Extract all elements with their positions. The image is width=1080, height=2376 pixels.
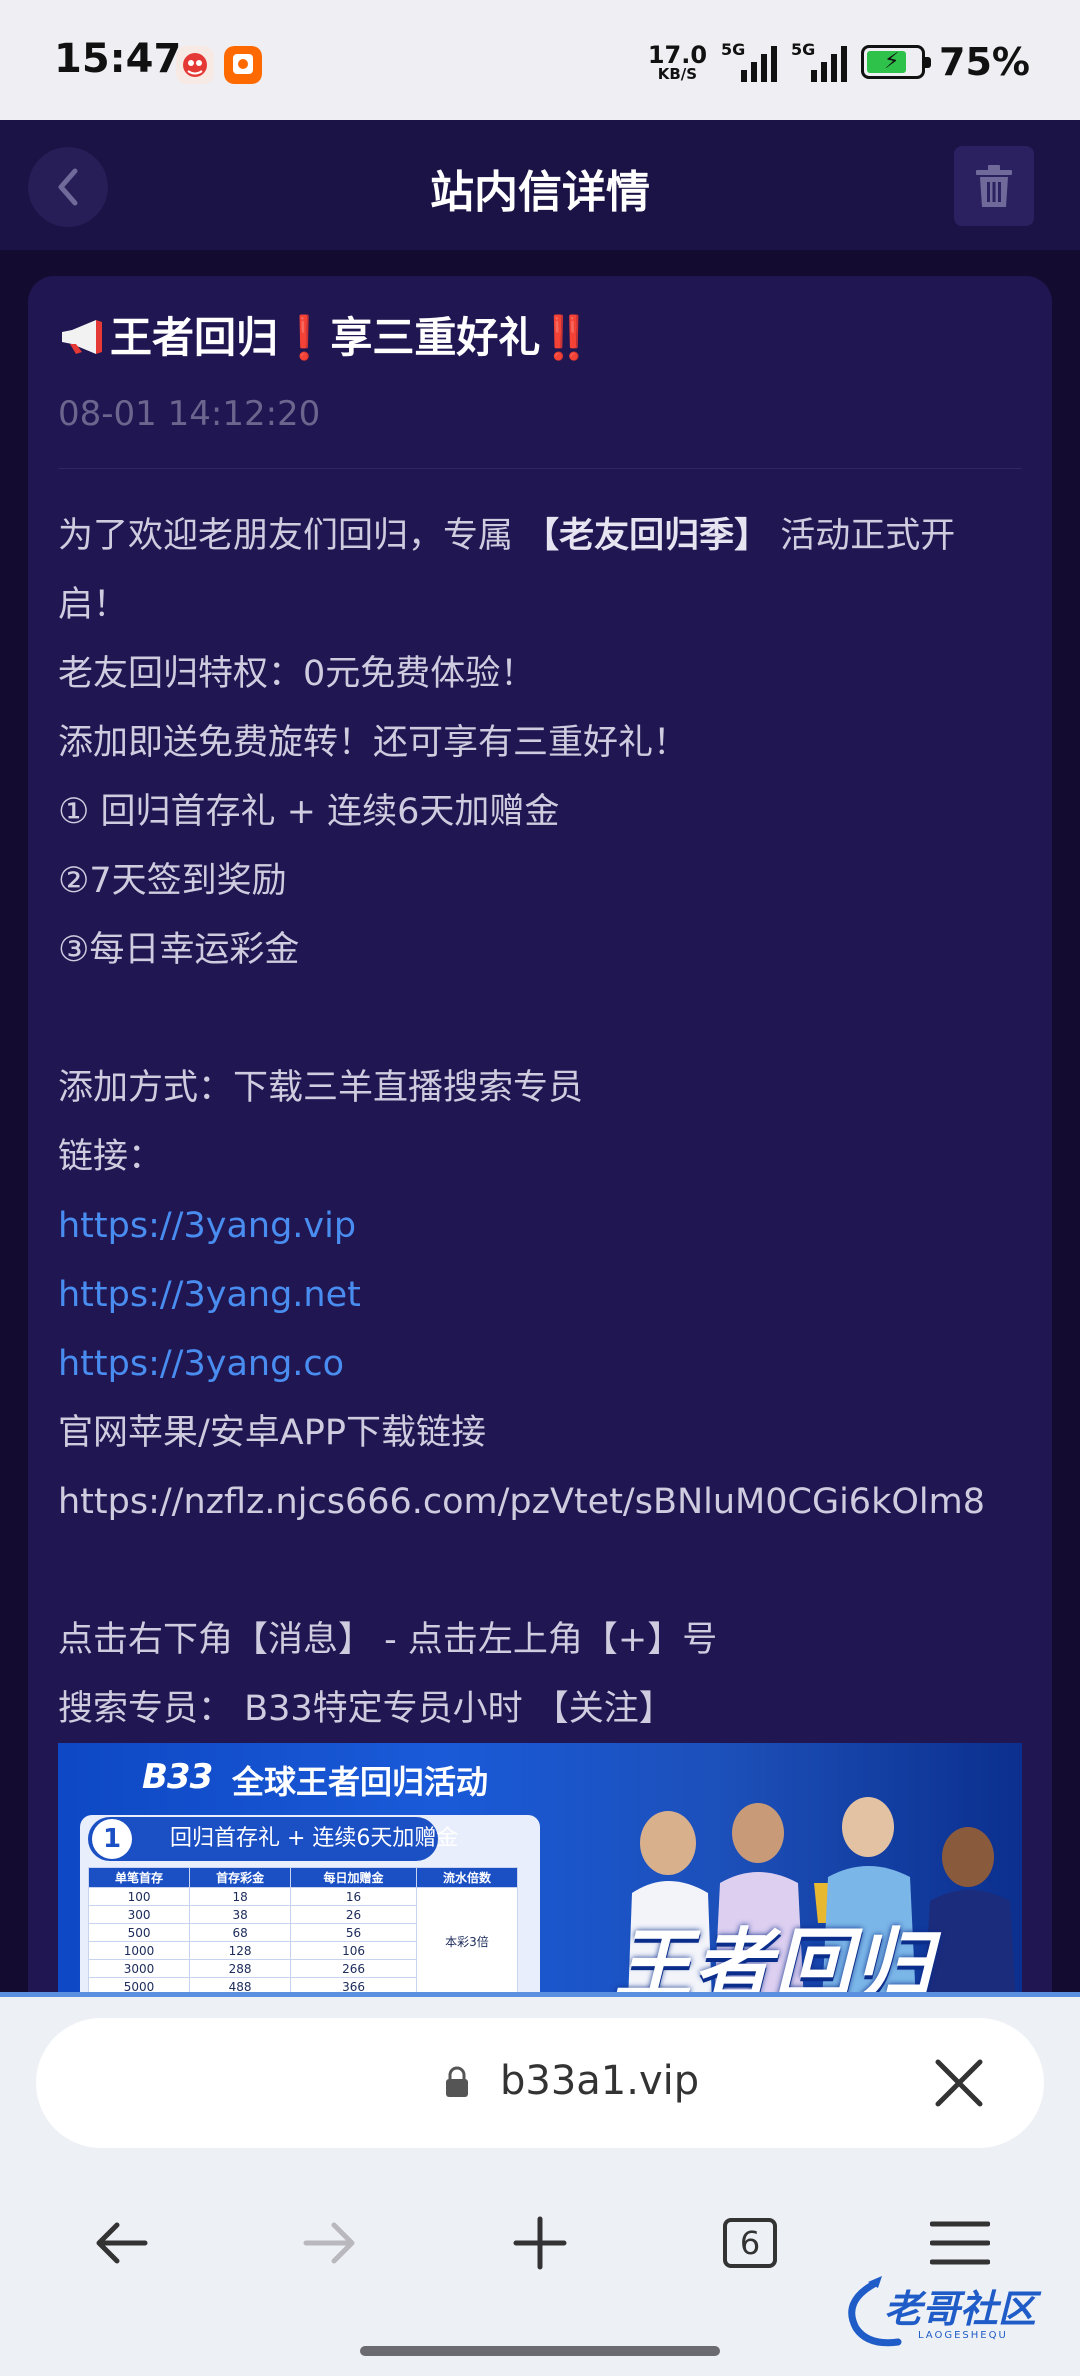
message-datetime: 08-01 14:12:20 bbox=[58, 394, 321, 434]
body-line: 点击右下角【消息】 - 点击左上角【+】号 bbox=[58, 1620, 718, 1660]
message-card: 王者回归❗享三重好礼‼️ 08-01 14:12:20 为了欢迎老朋友们回归，专… bbox=[28, 276, 1052, 2016]
tab-count: 6 bbox=[723, 2218, 777, 2268]
app-notification-icon bbox=[176, 46, 214, 84]
lock-icon bbox=[446, 2066, 468, 2097]
url-bar[interactable]: b33a1.vip bbox=[36, 2018, 1044, 2148]
divider bbox=[58, 468, 1022, 469]
app-header: 站内信详情 bbox=[0, 120, 1080, 250]
network-speed: 17.0 KB/S bbox=[647, 40, 708, 83]
banner-logo: B33 bbox=[142, 1757, 213, 1797]
link-3yang-co[interactable]: https://3yang.co bbox=[58, 1330, 1033, 1399]
body-line: 老友回归特权：0元免费体验！ bbox=[58, 654, 536, 694]
watermark-text: 老哥社区 bbox=[884, 2287, 1037, 2331]
browser-back-button[interactable] bbox=[76, 2198, 166, 2288]
body-line: 添加方式：下载三羊直播搜索专员 bbox=[58, 1068, 584, 1108]
arrow-left-icon bbox=[96, 2222, 148, 2264]
signal-icon: 5G bbox=[721, 40, 778, 84]
screen: 15:47 17.0 KB/S 5G 5G ⚡ 75% 站内信详情 王者回归❗享… bbox=[0, 0, 1080, 2376]
banner-big-text: 王者回归 bbox=[614, 1921, 935, 2003]
watermark-subtext: LAOGESHEQU bbox=[918, 2330, 1008, 2341]
gift-item: ③每日幸运彩金 bbox=[58, 930, 300, 970]
close-icon[interactable] bbox=[930, 2054, 988, 2112]
battery-percent: 75% bbox=[939, 40, 1030, 84]
delete-button[interactable] bbox=[954, 146, 1034, 226]
banner-panel-number: 1 bbox=[92, 1819, 132, 1859]
browser-forward-button[interactable] bbox=[285, 2198, 375, 2288]
message-title: 王者回归❗享三重好礼‼️ bbox=[58, 304, 593, 365]
gift-item: ②7天签到奖励 bbox=[58, 861, 287, 901]
body-line: 官网苹果/安卓APP下载链接 bbox=[58, 1413, 486, 1453]
megaphone-icon bbox=[62, 320, 102, 354]
hamburger-menu-icon bbox=[930, 2221, 990, 2265]
app-notification-icon bbox=[224, 46, 262, 84]
body-line: 为了欢迎老朋友们回归，专属 【老友回归季】 活动正式开 bbox=[58, 516, 956, 556]
page-title: 站内信详情 bbox=[430, 167, 650, 218]
message-body: 为了欢迎老朋友们回归，专属 【老友回归季】 活动正式开 启！ 老友回归特权：0元… bbox=[58, 502, 1033, 1744]
new-tab-button[interactable] bbox=[495, 2198, 585, 2288]
banner-panel-tag: 回归首存礼 + 连续6天加赠金 bbox=[88, 1817, 458, 1861]
url-text: b33a1.vip bbox=[500, 2058, 700, 2104]
gift-item: ① 回归首存礼 + 连续6天加赠金 bbox=[58, 792, 560, 832]
table-row: 100 18 16 本彩3倍 bbox=[87, 1887, 519, 1996]
banner-headline: 全球王者回归活动 bbox=[232, 1763, 489, 1801]
body-line: 链接： bbox=[58, 1137, 164, 1177]
tabs-button[interactable]: 6 bbox=[705, 2198, 795, 2288]
status-bar: 15:47 17.0 KB/S 5G 5G ⚡ 75% bbox=[0, 0, 1080, 120]
trash-icon bbox=[976, 165, 1012, 207]
signal-icon: 5G bbox=[791, 40, 848, 84]
status-time: 15:47 bbox=[54, 36, 182, 82]
body-line: 搜索专员： B33特定专员小时 【关注】 bbox=[58, 1689, 674, 1729]
body-line: 添加即送免费旋转！还可享有三重好礼！ bbox=[58, 723, 689, 763]
battery-icon: ⚡ bbox=[861, 45, 932, 79]
arrow-right-icon bbox=[303, 2222, 355, 2264]
link-3yang-vip[interactable]: https://3yang.vip bbox=[58, 1192, 1033, 1261]
body-line: 启！ bbox=[58, 585, 129, 625]
promo-banner-image[interactable]: B33 全球王者回归活动 回归首存礼 + 连续6天加赠金 1 单笔首存 首存彩金… bbox=[58, 1743, 1022, 2003]
plus-icon bbox=[513, 2216, 567, 2270]
link-3yang-net[interactable]: https://3yang.net bbox=[58, 1261, 1033, 1330]
banner-table: 单笔首存 首存彩金 每日加赠金 流水倍数 100 18 16 本彩3倍 300 38 26… bbox=[87, 1867, 519, 1996]
app-download-url: https://nzflz.njcs666.com/pzVtet/sBNluM0… bbox=[58, 1482, 985, 1522]
home-indicator[interactable] bbox=[360, 2346, 720, 2356]
